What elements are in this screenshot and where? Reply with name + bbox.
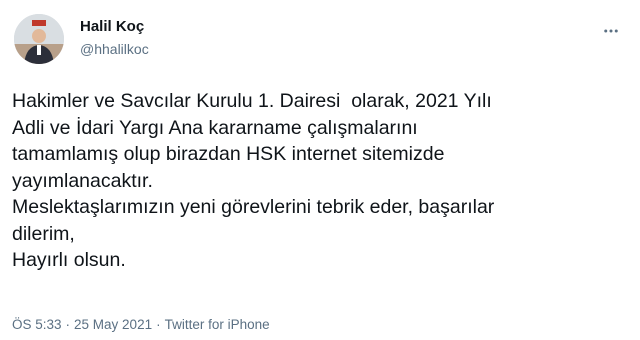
tweet-line: Meslektaşlarımızın yeni görevlerini tebr…: [12, 196, 495, 218]
author-handle[interactable]: @hhalilkoc: [80, 41, 149, 57]
tweet-line: tamamlamış olup birazdan HSK internet si…: [12, 143, 445, 165]
meta-separator: ·: [156, 317, 161, 332]
tweet-line: Hakimler ve Savcılar Kurulu 1. Dairesi o…: [12, 90, 492, 112]
tweet-line: yayımlanacaktır.: [12, 169, 153, 192]
tweet-date[interactable]: 25 May 2021: [74, 317, 152, 332]
tweet-time[interactable]: ÖS 5:33: [12, 317, 62, 332]
avatar[interactable]: [14, 14, 64, 64]
author-name[interactable]: Halil Koç: [80, 18, 144, 35]
more-options-icon[interactable]: [600, 20, 622, 42]
tweet-source[interactable]: Twitter for iPhone: [165, 317, 270, 332]
tweet-line: Adli ve İdari Yargı Ana kararname çalışm…: [12, 116, 418, 139]
tweet-line: Hayırlı olsun.: [12, 249, 126, 271]
profile-photo-icon: [14, 14, 64, 64]
tweet-line: dilerim,: [12, 222, 75, 245]
tweet-text: Hakimler ve Savcılar Kurulu 1. Dairesi o…: [12, 88, 632, 274]
tweet-card: Halil Koç @hhalilkoc Hakimler ve Savcıla…: [0, 0, 640, 340]
meta-separator: ·: [65, 317, 71, 332]
tweet-meta: ÖS 5:33 · 25 May 2021 · Twitter for iPhone: [12, 317, 270, 332]
